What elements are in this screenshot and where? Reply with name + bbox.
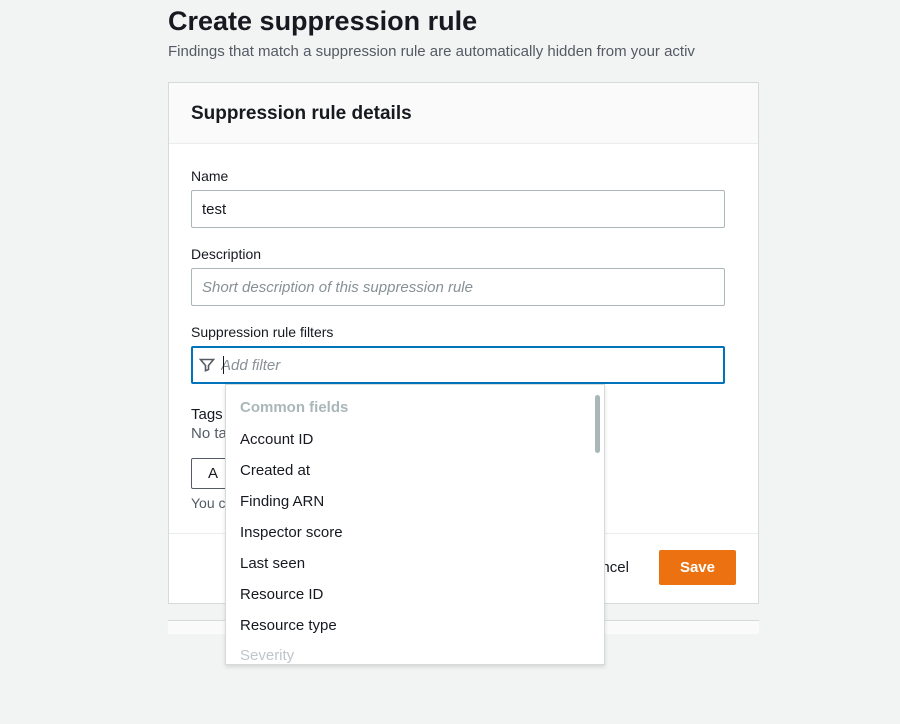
dropdown-item-severity[interactable]: Severity — [240, 641, 590, 664]
panel-title: Suppression rule details — [191, 103, 736, 125]
dropdown-scrollbar[interactable] — [595, 395, 600, 453]
page-title: Create suppression rule — [168, 6, 900, 37]
dropdown-item-inspector-score[interactable]: Inspector score — [240, 517, 590, 548]
save-button[interactable]: Save — [659, 550, 736, 585]
text-cursor — [223, 356, 224, 374]
name-label: Name — [191, 168, 736, 184]
dropdown-item-last-seen[interactable]: Last seen — [240, 548, 590, 579]
filters-label: Suppression rule filters — [191, 324, 736, 340]
description-input[interactable] — [191, 268, 725, 306]
dropdown-item-account-id[interactable]: Account ID — [240, 424, 590, 455]
dropdown-group-common: Common fields — [240, 393, 590, 424]
description-label: Description — [191, 246, 736, 262]
filter-icon — [199, 357, 215, 373]
filter-input-box[interactable] — [191, 346, 725, 384]
suppression-rule-panel: Suppression rule details Name Descriptio… — [168, 82, 759, 604]
dropdown-item-resource-id[interactable]: Resource ID — [240, 579, 590, 610]
dropdown-item-created-at[interactable]: Created at — [240, 455, 590, 486]
filter-input[interactable] — [221, 357, 717, 374]
dropdown-item-resource-type[interactable]: Resource type — [240, 610, 590, 641]
name-input[interactable] — [191, 190, 725, 228]
dropdown-item-finding-arn[interactable]: Finding ARN — [240, 486, 590, 517]
filter-dropdown: Common fields Account ID Created at Find… — [225, 384, 605, 665]
panel-header: Suppression rule details — [169, 83, 758, 144]
page-subtext: Findings that match a suppression rule a… — [168, 43, 900, 60]
